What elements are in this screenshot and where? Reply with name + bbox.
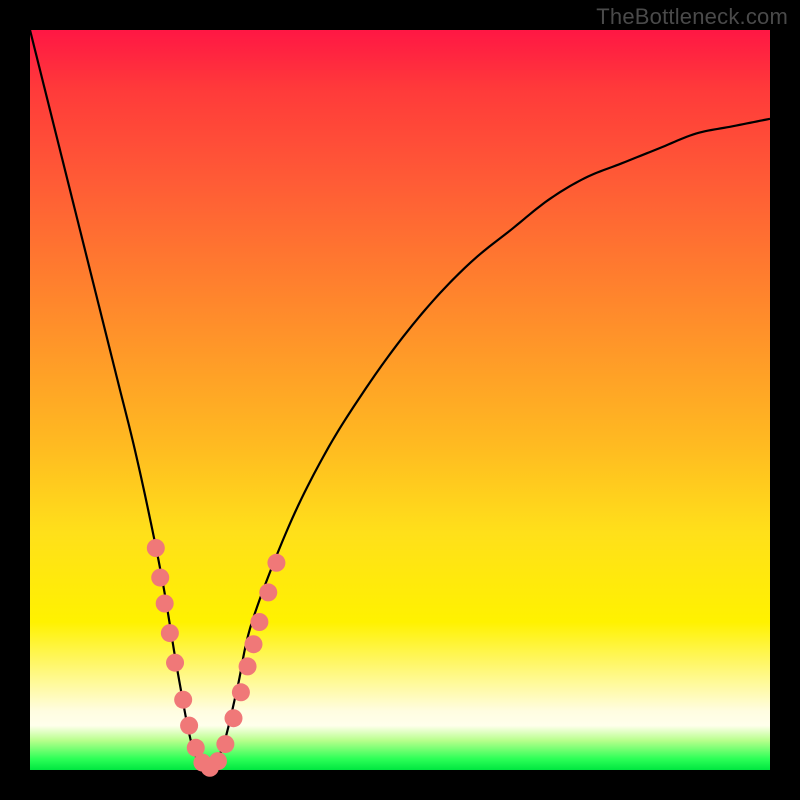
highlight-dot: [156, 595, 174, 613]
highlight-dot: [166, 654, 184, 672]
highlight-dot: [147, 539, 165, 557]
chart-frame: TheBottleneck.com: [0, 0, 800, 800]
highlight-dot: [161, 624, 179, 642]
bottleneck-curve-svg: [30, 30, 770, 770]
highlight-dot: [239, 657, 257, 675]
highlight-dot: [209, 752, 227, 770]
highlight-dot: [232, 683, 250, 701]
highlight-dot: [180, 717, 198, 735]
highlight-dot: [225, 709, 243, 727]
watermark-text: TheBottleneck.com: [596, 4, 788, 30]
highlight-dots-group: [147, 539, 286, 777]
highlight-dot: [267, 554, 285, 572]
highlight-dot: [216, 735, 234, 753]
bottleneck-curve-path: [30, 30, 770, 770]
highlight-dot: [174, 691, 192, 709]
highlight-dot: [244, 635, 262, 653]
highlight-dot: [151, 569, 169, 587]
highlight-dot: [250, 613, 268, 631]
highlight-dot: [259, 583, 277, 601]
plot-area: [30, 30, 770, 770]
